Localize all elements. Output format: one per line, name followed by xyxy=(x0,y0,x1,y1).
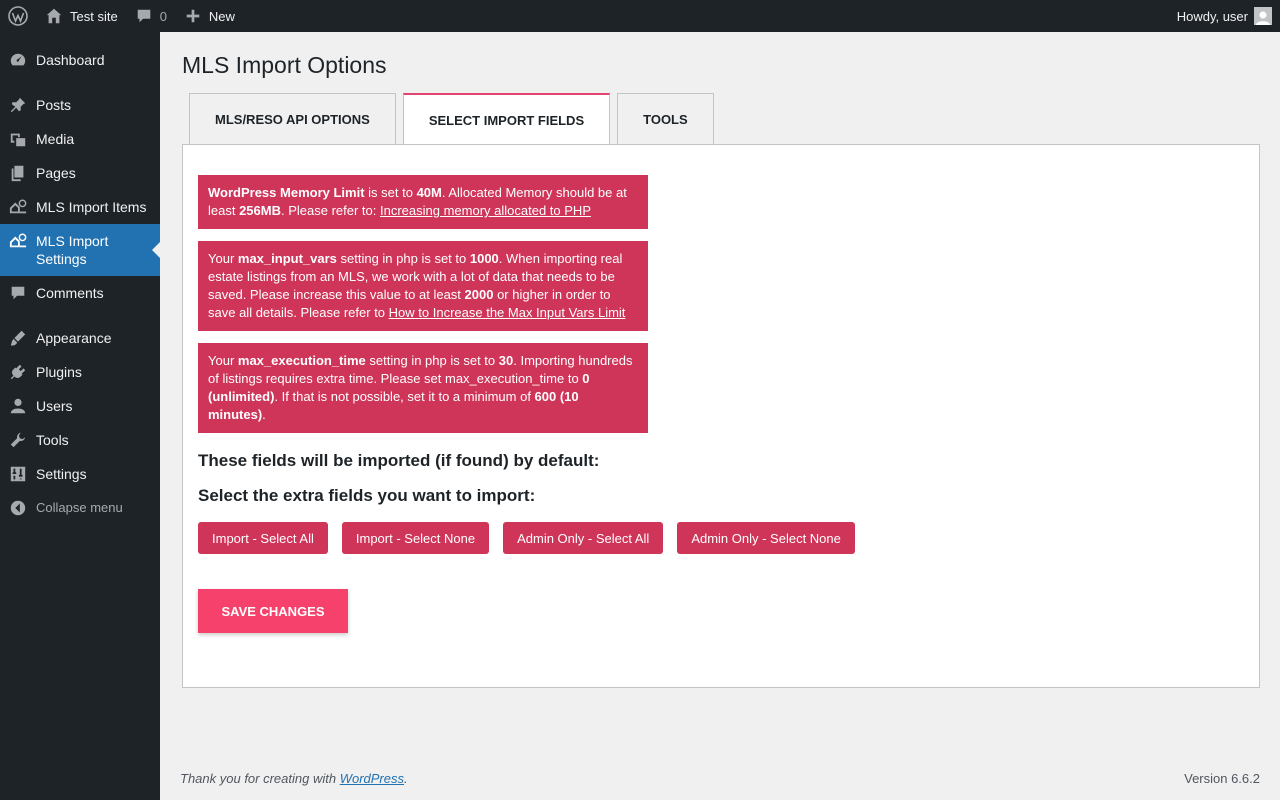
sidebar-item-label: Appearance xyxy=(36,330,112,346)
notice-strong: 256MB xyxy=(239,203,281,218)
tab-mls-reso-api-options[interactable]: MLS/RESO API OPTIONS xyxy=(189,93,396,144)
wordpress-link[interactable]: WordPress xyxy=(340,771,404,786)
greeting: Howdy, user xyxy=(1176,8,1248,24)
notice-strong: max_execution_time xyxy=(237,353,366,368)
media-icon xyxy=(8,130,28,148)
memory-limit-notice: WordPress Memory Limit is set to 40M. Al… xyxy=(198,175,648,229)
site-name-link[interactable]: Test site xyxy=(36,0,126,32)
admin-sidebar: Dashboard Posts Media Pages MLS Import I… xyxy=(0,32,160,800)
increase-memory-link[interactable]: Increasing memory allocated to PHP xyxy=(380,203,591,218)
new-label: New xyxy=(208,8,235,24)
admin-bar: Test site 0 New Howdy, user xyxy=(0,0,1280,32)
notice-strong: 1000 xyxy=(469,251,499,266)
admin-only-select-all-button[interactable]: Admin Only - Select All xyxy=(503,522,664,554)
tab-bar: MLS/RESO API OPTIONS SELECT IMPORT FIELD… xyxy=(189,93,714,145)
user-icon xyxy=(8,397,28,415)
comment-icon xyxy=(8,284,28,302)
import-select-none-button[interactable]: Import - Select None xyxy=(341,522,490,554)
dashboard-icon xyxy=(8,51,28,69)
notice-text: . If that is not possible, set it to a m… xyxy=(274,389,535,404)
notice-strong: 2000 xyxy=(464,287,494,302)
wrench-icon xyxy=(8,431,28,449)
notice-strong: 30 xyxy=(498,353,514,368)
notice-strong: 40M xyxy=(416,185,442,200)
admin-only-select-none-button[interactable]: Admin Only - Select None xyxy=(677,522,855,554)
settings-panel: WordPress Memory Limit is set to 40M. Al… xyxy=(182,144,1260,688)
sidebar-item-label: Users xyxy=(36,398,73,414)
comment-icon xyxy=(134,6,154,26)
plugin-icon xyxy=(8,363,28,381)
notice-text: Your xyxy=(208,353,238,368)
notice-text: Your xyxy=(208,251,238,266)
plus-icon xyxy=(183,6,203,26)
settings-icon xyxy=(8,465,28,483)
collapse-menu-button[interactable]: Collapse menu xyxy=(0,491,160,525)
pages-icon xyxy=(8,164,28,182)
sidebar-item-appearance[interactable]: Appearance xyxy=(0,321,160,355)
sidebar-item-media[interactable]: Media xyxy=(0,122,160,156)
save-changes-button[interactable]: SAVE CHANGES xyxy=(198,589,348,633)
sidebar-item-label: Pages xyxy=(36,165,76,181)
wordpress-logo-menu[interactable] xyxy=(0,0,36,32)
sidebar-item-posts[interactable]: Posts xyxy=(0,88,160,122)
max-input-vars-link[interactable]: How to Increase the Max Input Vars Limit xyxy=(389,305,626,320)
import-select-all-button[interactable]: Import - Select All xyxy=(198,522,328,554)
sidebar-item-pages[interactable]: Pages xyxy=(0,156,160,190)
footer-thanks: Thank you for creating with WordPress. xyxy=(180,771,408,786)
sidebar-item-label: Dashboard xyxy=(36,52,105,68)
sidebar-item-label: MLS Import Settings xyxy=(36,233,109,267)
sidebar-item-label: Plugins xyxy=(36,364,82,380)
sidebar-item-mls-import-items[interactable]: MLS Import Items xyxy=(0,190,160,224)
sidebar-item-label: Comments xyxy=(36,285,104,301)
my-account-menu[interactable]: Howdy, user xyxy=(1169,0,1280,32)
sidebar-item-users[interactable]: Users xyxy=(0,389,160,423)
notice-strong: max_input_vars xyxy=(237,251,337,266)
pin-icon xyxy=(8,96,28,114)
notice-text: setting in php is set to xyxy=(365,353,499,368)
page-title: MLS Import Options xyxy=(182,52,387,78)
sidebar-item-dashboard[interactable]: Dashboard xyxy=(0,43,160,77)
notice-text: . xyxy=(262,407,266,422)
notice-text: is set to xyxy=(364,185,417,200)
mls-icon xyxy=(8,232,28,250)
sidebar-item-label: Tools xyxy=(36,432,69,448)
notice-text: . Please refer to: xyxy=(281,203,380,218)
notice-strong: WordPress Memory Limit xyxy=(208,185,365,200)
default-fields-heading: These fields will be imported (if found)… xyxy=(198,451,600,470)
footer-text: Thank you for creating with xyxy=(180,771,340,786)
home-icon xyxy=(44,6,64,26)
wordpress-logo-icon xyxy=(8,6,28,26)
collapse-menu-label: Collapse menu xyxy=(36,500,123,515)
main-content: MLS Import Options MLS/RESO API OPTIONS … xyxy=(160,32,1280,800)
sidebar-item-tools[interactable]: Tools xyxy=(0,423,160,457)
sidebar-item-label: Posts xyxy=(36,97,72,113)
site-name: Test site xyxy=(70,8,118,24)
tab-tools[interactable]: TOOLS xyxy=(617,93,714,144)
max-input-vars-notice: Your max_input_vars setting in php is se… xyxy=(198,241,648,331)
selection-button-group: Import - Select All Import - Select None… xyxy=(198,522,855,554)
mls-icon xyxy=(8,198,28,216)
sidebar-item-label: Media xyxy=(36,131,75,147)
tab-select-import-fields[interactable]: SELECT IMPORT FIELDS xyxy=(402,93,611,145)
sidebar-item-plugins[interactable]: Plugins xyxy=(0,355,160,389)
comments-count: 0 xyxy=(159,8,167,24)
notice-text: setting in php is set to xyxy=(336,251,470,266)
extra-fields-heading: Select the extra fields you want to impo… xyxy=(198,486,536,505)
footer-version: Version 6.6.2 xyxy=(1184,771,1260,786)
sidebar-item-settings[interactable]: Settings xyxy=(0,457,160,491)
max-execution-time-notice: Your max_execution_time setting in php i… xyxy=(198,343,648,433)
sidebar-item-label: MLS Import Items xyxy=(36,199,147,215)
collapse-arrow-icon xyxy=(8,499,28,517)
new-content-link[interactable]: New xyxy=(175,0,243,32)
brush-icon xyxy=(8,329,28,347)
footer-text: . xyxy=(404,771,408,786)
sidebar-item-label: Settings xyxy=(36,466,87,482)
comments-link[interactable]: 0 xyxy=(126,0,175,32)
avatar-icon xyxy=(1254,7,1272,25)
sidebar-item-comments[interactable]: Comments xyxy=(0,276,160,310)
sidebar-item-mls-import-settings[interactable]: MLS Import Settings xyxy=(0,224,160,276)
